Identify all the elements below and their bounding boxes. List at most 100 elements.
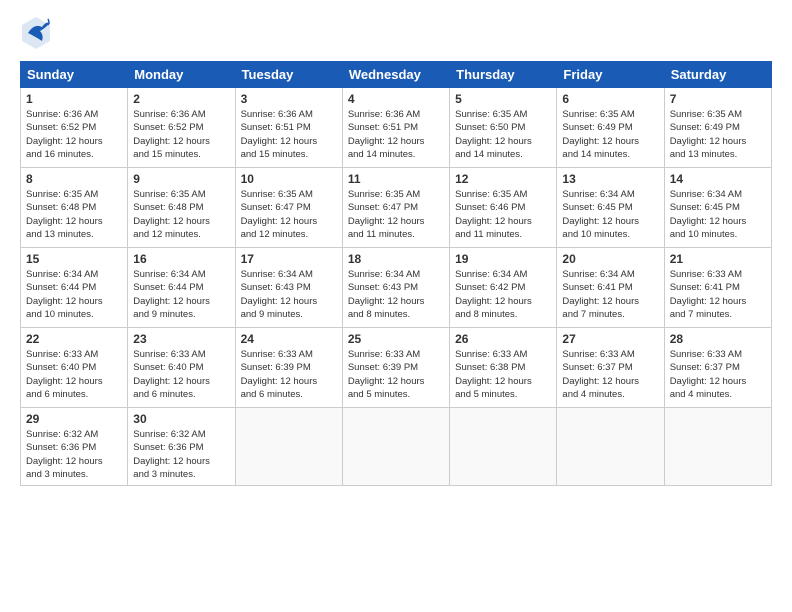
calendar-cell: 24 Sunrise: 6:33 AM Sunset: 6:39 PM Dayli… — [235, 328, 342, 408]
day-number: 27 — [562, 332, 658, 346]
day-number: 26 — [455, 332, 551, 346]
day-number: 1 — [26, 92, 122, 106]
day-number: 22 — [26, 332, 122, 346]
day-info: Sunrise: 6:34 AM Sunset: 6:42 PM Dayligh… — [455, 268, 551, 321]
day-number: 11 — [348, 172, 444, 186]
calendar-cell: 4 Sunrise: 6:36 AM Sunset: 6:51 PM Daylig… — [342, 88, 449, 168]
day-number: 30 — [133, 412, 229, 426]
day-info: Sunrise: 6:33 AM Sunset: 6:40 PM Dayligh… — [26, 348, 122, 401]
col-header-sunday: Sunday — [21, 62, 128, 88]
day-info: Sunrise: 6:35 AM Sunset: 6:50 PM Dayligh… — [455, 108, 551, 161]
calendar-cell: 22 Sunrise: 6:33 AM Sunset: 6:40 PM Dayli… — [21, 328, 128, 408]
calendar-cell: 8 Sunrise: 6:35 AM Sunset: 6:48 PM Daylig… — [21, 168, 128, 248]
day-number: 19 — [455, 252, 551, 266]
day-number: 28 — [670, 332, 766, 346]
day-info: Sunrise: 6:32 AM Sunset: 6:36 PM Dayligh… — [26, 428, 122, 481]
calendar-cell — [342, 408, 449, 486]
calendar-cell: 6 Sunrise: 6:35 AM Sunset: 6:49 PM Daylig… — [557, 88, 664, 168]
calendar-cell: 9 Sunrise: 6:35 AM Sunset: 6:48 PM Daylig… — [128, 168, 235, 248]
calendar-cell: 10 Sunrise: 6:35 AM Sunset: 6:47 PM Dayli… — [235, 168, 342, 248]
logo-icon — [20, 15, 52, 51]
day-info: Sunrise: 6:35 AM Sunset: 6:46 PM Dayligh… — [455, 188, 551, 241]
calendar-cell — [557, 408, 664, 486]
day-info: Sunrise: 6:34 AM Sunset: 6:45 PM Dayligh… — [670, 188, 766, 241]
calendar-cell: 5 Sunrise: 6:35 AM Sunset: 6:50 PM Daylig… — [450, 88, 557, 168]
calendar-cell: 29 Sunrise: 6:32 AM Sunset: 6:36 PM Dayli… — [21, 408, 128, 486]
day-number: 24 — [241, 332, 337, 346]
day-number: 18 — [348, 252, 444, 266]
calendar-cell: 13 Sunrise: 6:34 AM Sunset: 6:45 PM Dayli… — [557, 168, 664, 248]
day-info: Sunrise: 6:33 AM Sunset: 6:41 PM Dayligh… — [670, 268, 766, 321]
day-info: Sunrise: 6:32 AM Sunset: 6:36 PM Dayligh… — [133, 428, 229, 481]
day-info: Sunrise: 6:34 AM Sunset: 6:44 PM Dayligh… — [26, 268, 122, 321]
calendar-cell: 14Sunrise: 6:34 AM Sunset: 6:45 PM Dayli… — [664, 168, 771, 248]
col-header-wednesday: Wednesday — [342, 62, 449, 88]
day-number: 9 — [133, 172, 229, 186]
calendar-cell — [450, 408, 557, 486]
day-number: 25 — [348, 332, 444, 346]
day-number: 15 — [26, 252, 122, 266]
day-info: Sunrise: 6:35 AM Sunset: 6:49 PM Dayligh… — [562, 108, 658, 161]
day-info: Sunrise: 6:36 AM Sunset: 6:52 PM Dayligh… — [133, 108, 229, 161]
calendar-cell: 15 Sunrise: 6:34 AM Sunset: 6:44 PM Dayli… — [21, 248, 128, 328]
header — [20, 15, 772, 51]
day-number: 10 — [241, 172, 337, 186]
calendar-cell: 19 Sunrise: 6:34 AM Sunset: 6:42 PM Dayli… — [450, 248, 557, 328]
day-info: Sunrise: 6:36 AM Sunset: 6:51 PM Dayligh… — [241, 108, 337, 161]
calendar-cell: 21 Sunrise: 6:33 AM Sunset: 6:41 PM Dayli… — [664, 248, 771, 328]
day-info: Sunrise: 6:34 AM Sunset: 6:43 PM Dayligh… — [241, 268, 337, 321]
day-number: 23 — [133, 332, 229, 346]
day-info: Sunrise: 6:36 AM Sunset: 6:51 PM Dayligh… — [348, 108, 444, 161]
day-info: Sunrise: 6:34 AM Sunset: 6:45 PM Dayligh… — [562, 188, 658, 241]
day-number: 20 — [562, 252, 658, 266]
day-info: Sunrise: 6:35 AM Sunset: 6:48 PM Dayligh… — [133, 188, 229, 241]
calendar-cell: 16 Sunrise: 6:34 AM Sunset: 6:44 PM Dayli… — [128, 248, 235, 328]
day-number: 3 — [241, 92, 337, 106]
calendar-cell: 3 Sunrise: 6:36 AM Sunset: 6:51 PM Daylig… — [235, 88, 342, 168]
calendar-cell: 12 Sunrise: 6:35 AM Sunset: 6:46 PM Dayli… — [450, 168, 557, 248]
day-number: 2 — [133, 92, 229, 106]
day-number: 17 — [241, 252, 337, 266]
calendar-cell: 2 Sunrise: 6:36 AM Sunset: 6:52 PM Daylig… — [128, 88, 235, 168]
day-number: 12 — [455, 172, 551, 186]
calendar-cell: 25 Sunrise: 6:33 AM Sunset: 6:39 PM Dayli… — [342, 328, 449, 408]
day-number: 21 — [670, 252, 766, 266]
day-info: Sunrise: 6:36 AM Sunset: 6:52 PM Dayligh… — [26, 108, 122, 161]
day-info: Sunrise: 6:34 AM Sunset: 6:44 PM Dayligh… — [133, 268, 229, 321]
day-info: Sunrise: 6:33 AM Sunset: 6:37 PM Dayligh… — [562, 348, 658, 401]
day-info: Sunrise: 6:33 AM Sunset: 6:38 PM Dayligh… — [455, 348, 551, 401]
day-number: 13 — [562, 172, 658, 186]
logo — [20, 15, 56, 51]
day-info: Sunrise: 6:34 AM Sunset: 6:43 PM Dayligh… — [348, 268, 444, 321]
day-info: Sunrise: 6:35 AM Sunset: 6:48 PM Dayligh… — [26, 188, 122, 241]
col-header-monday: Monday — [128, 62, 235, 88]
day-info: Sunrise: 6:35 AM Sunset: 6:47 PM Dayligh… — [241, 188, 337, 241]
day-number: 8 — [26, 172, 122, 186]
day-number: 5 — [455, 92, 551, 106]
col-header-thursday: Thursday — [450, 62, 557, 88]
calendar-cell: 7 Sunrise: 6:35 AM Sunset: 6:49 PM Daylig… — [664, 88, 771, 168]
day-number: 7 — [670, 92, 766, 106]
calendar-cell: 20 Sunrise: 6:34 AM Sunset: 6:41 PM Dayli… — [557, 248, 664, 328]
day-info: Sunrise: 6:35 AM Sunset: 6:47 PM Dayligh… — [348, 188, 444, 241]
calendar-cell — [235, 408, 342, 486]
day-number: 29 — [26, 412, 122, 426]
calendar-cell: 28Sunrise: 6:33 AM Sunset: 6:37 PM Dayli… — [664, 328, 771, 408]
calendar-cell: 30 Sunrise: 6:32 AM Sunset: 6:36 PM Dayli… — [128, 408, 235, 486]
calendar-cell — [664, 408, 771, 486]
calendar-cell: 1 Sunrise: 6:36 AM Sunset: 6:52 PM Daylig… — [21, 88, 128, 168]
calendar-cell: 23 Sunrise: 6:33 AM Sunset: 6:40 PM Dayli… — [128, 328, 235, 408]
day-info: Sunrise: 6:33 AM Sunset: 6:39 PM Dayligh… — [241, 348, 337, 401]
day-number: 4 — [348, 92, 444, 106]
calendar-cell: 26 Sunrise: 6:33 AM Sunset: 6:38 PM Dayli… — [450, 328, 557, 408]
calendar-table: SundayMondayTuesdayWednesdayThursdayFrid… — [20, 61, 772, 486]
day-info: Sunrise: 6:34 AM Sunset: 6:41 PM Dayligh… — [562, 268, 658, 321]
day-info: Sunrise: 6:35 AM Sunset: 6:49 PM Dayligh… — [670, 108, 766, 161]
col-header-friday: Friday — [557, 62, 664, 88]
day-number: 6 — [562, 92, 658, 106]
col-header-tuesday: Tuesday — [235, 62, 342, 88]
calendar-cell: 18 Sunrise: 6:34 AM Sunset: 6:43 PM Dayli… — [342, 248, 449, 328]
day-number: 16 — [133, 252, 229, 266]
day-info: Sunrise: 6:33 AM Sunset: 6:39 PM Dayligh… — [348, 348, 444, 401]
day-info: Sunrise: 6:33 AM Sunset: 6:40 PM Dayligh… — [133, 348, 229, 401]
